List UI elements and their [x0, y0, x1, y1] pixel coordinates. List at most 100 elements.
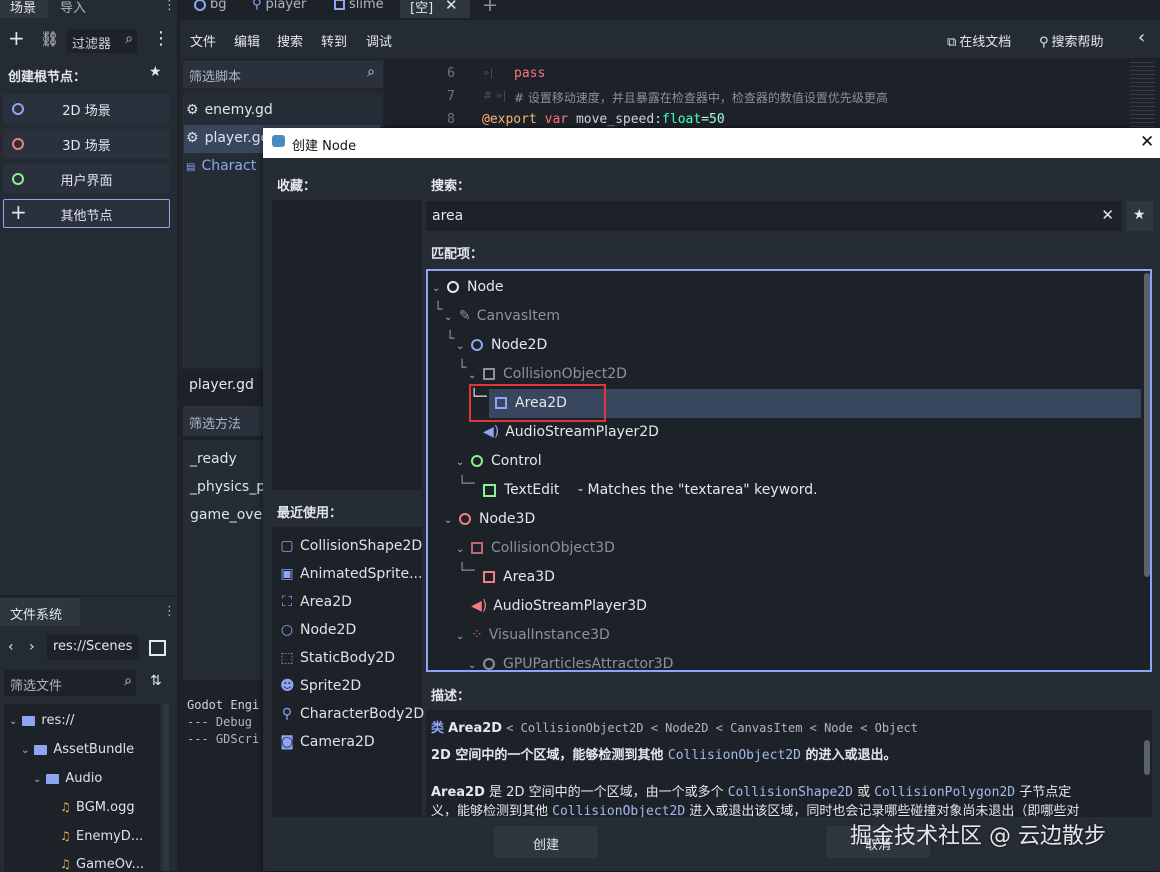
online-docs-link[interactable]: ⧉ 在线文档	[947, 31, 1011, 50]
other-node-label: 其他节点	[60, 209, 113, 224]
expand-chevron-icon[interactable]: ⌄	[456, 631, 464, 642]
code-minimap[interactable]	[1130, 62, 1155, 128]
expand-chevron-icon[interactable]: ⌄	[468, 370, 476, 381]
3d-scene-button[interactable]: 3D 场景	[3, 129, 170, 158]
favorites-list[interactable]	[272, 200, 422, 490]
tree-branch: └	[434, 302, 443, 318]
dialog-titlebar[interactable]	[263, 128, 1160, 158]
expand-chevron-icon[interactable]: ⌄	[444, 312, 452, 323]
scene-dock-menu-icon[interactable]: ⋮	[163, 0, 176, 13]
tab-player[interactable]: ⚲ player	[252, 0, 306, 15]
tree-item-visualinstance3d[interactable]: ⁘ VisualInstance3D	[471, 627, 610, 643]
recent-item-animatedsprite[interactable]: ▣ AnimatedSprite...	[280, 566, 422, 582]
expand-chevron-icon[interactable]: ⌄	[432, 283, 440, 294]
file-filter-input[interactable]: 筛选文件 ⌕	[4, 670, 136, 696]
scene-filter-input[interactable]: 过滤器 ⌕	[67, 29, 137, 53]
tree-item-node3d[interactable]: Node3D	[459, 511, 535, 527]
tree-item-collisionobject3d[interactable]: CollisionObject3D	[471, 540, 615, 556]
tab-slime[interactable]: slime	[334, 0, 384, 15]
fs-item-audio[interactable]: ⌄ Audio	[33, 771, 102, 786]
script-filter-input[interactable]: 筛选脚本 ⌕	[183, 61, 383, 88]
collision-shape-icon: ▢	[280, 538, 294, 554]
create-button[interactable]: 创建	[494, 826, 598, 858]
tree-item-area3d[interactable]: Area3D	[483, 569, 555, 585]
menu-edit[interactable]: 编辑	[234, 31, 260, 50]
folder-icon	[46, 773, 60, 784]
ui-scene-button[interactable]: 用户界面	[3, 164, 170, 193]
external-link-icon: ⧉	[947, 35, 957, 50]
line-number: 8	[447, 112, 455, 127]
menu-goto[interactable]: 转到	[321, 31, 347, 50]
output-line: --- GDScri	[187, 732, 260, 746]
method-item-game-over[interactable]: game_over	[190, 507, 268, 523]
static-body-icon: ⬚	[280, 650, 294, 666]
tab-indent-icon: # »|	[483, 89, 507, 102]
script-item-player[interactable]: ⚙ player.gd	[186, 130, 270, 146]
method-item-physics[interactable]: _physics_pr	[190, 479, 271, 495]
recent-item-area2d[interactable]: ⛶ Area2D	[280, 594, 352, 610]
script-item-enemy[interactable]: ⚙ enemy.gd	[186, 102, 273, 118]
node-search-input[interactable]: area ✕	[426, 201, 1122, 231]
recent-item-node2d[interactable]: ○ Node2D	[280, 622, 356, 638]
tree-item-node[interactable]: Node	[447, 279, 504, 295]
back-icon[interactable]: ‹	[8, 639, 14, 655]
favorite-star-icon[interactable]: ★	[149, 64, 162, 80]
recent-item-characterbody2d[interactable]: ⚲ CharacterBody2D	[280, 706, 424, 722]
tree-item-gpuparticlesattractor3d[interactable]: GPUParticlesAttractor3D	[483, 656, 673, 670]
tree-item-collisionobject2d[interactable]: CollisionObject2D	[483, 366, 627, 382]
expand-chevron-icon[interactable]: ⌄	[444, 515, 452, 526]
dialog-close-icon[interactable]: ✕	[1140, 132, 1154, 152]
menu-debug[interactable]: 调试	[366, 31, 392, 50]
scene-tab-label: 场景	[10, 1, 37, 16]
description-scrollbar[interactable]	[1144, 740, 1150, 775]
path-field[interactable]: res://Scenes	[47, 635, 139, 660]
fs-item-gameov[interactable]: ♫ GameOv...	[60, 857, 144, 872]
method-item-ready[interactable]: _ready	[190, 451, 237, 467]
menu-file[interactable]: 文件	[190, 31, 216, 50]
audio-file-icon: ♫	[60, 829, 71, 843]
tree-item-textedit[interactable]: TextEdit	[483, 482, 559, 498]
recent-item-collisionshape2d[interactable]: ▢ CollisionShape2D	[280, 538, 422, 554]
script-item-character[interactable]: ▤ Charact	[186, 158, 256, 174]
line-number: 7	[447, 89, 455, 104]
expand-chevron-icon[interactable]: ⌄	[456, 544, 464, 555]
menu-search[interactable]: 搜索	[277, 31, 303, 50]
file-tree-scrollbar[interactable]	[163, 704, 169, 871]
tree-branch: └─	[458, 563, 475, 579]
recent-item-camera2d[interactable]: ◙ Camera2D	[280, 734, 374, 750]
add-node-icon[interactable]: +	[8, 28, 25, 48]
clear-search-icon[interactable]: ✕	[1101, 206, 1114, 224]
import-tab[interactable]: 导入	[60, 0, 86, 16]
collapse-panel-icon[interactable]: ‹	[1138, 27, 1145, 48]
favorite-toggle-button[interactable]: ★	[1127, 201, 1153, 231]
fs-item-enemyd[interactable]: ♫ EnemyD...	[60, 829, 143, 844]
close-tab-icon[interactable]: ✕	[445, 0, 458, 14]
expand-chevron-icon[interactable]: ⌄	[456, 341, 464, 352]
tree-item-canvasitem[interactable]: ✎ CanvasItem	[459, 308, 560, 324]
tree-item-audiostreamplayer3d[interactable]: ◀) AudioStreamPlayer3D	[471, 598, 647, 614]
recent-item-staticbody2d[interactable]: ⬚ StaticBody2D	[280, 650, 395, 666]
filesystem-menu-icon[interactable]: ⋮	[163, 604, 176, 619]
fs-item-assetbundle[interactable]: ⌄ AssetBundle	[21, 742, 134, 757]
scene-more-icon[interactable]: ⋮	[152, 28, 170, 49]
fs-item-res[interactable]: ⌄ res://	[9, 713, 74, 728]
description-label: 描述：	[431, 689, 471, 704]
new-tab-icon[interactable]: +	[482, 0, 498, 16]
split-view-icon[interactable]	[149, 640, 166, 656]
recent-item-sprite2d[interactable]: ☻ Sprite2D	[280, 678, 361, 694]
tab-bg[interactable]: bg	[194, 0, 227, 15]
code-line-6: pass	[514, 66, 546, 81]
script-filter-placeholder: 筛选脚本	[189, 70, 242, 85]
tree-item-node2d[interactable]: Node2D	[471, 337, 547, 353]
search-help-link[interactable]: ⚲ 搜索帮助	[1039, 31, 1104, 50]
fs-item-bgm[interactable]: ♫ BGM.ogg	[60, 800, 135, 815]
forward-icon[interactable]: ›	[29, 639, 35, 655]
other-node-button[interactable]: + 其他节点	[3, 199, 170, 228]
tree-item-audiostreamplayer2d[interactable]: ◀) AudioStreamPlayer2D	[483, 424, 659, 440]
expand-chevron-icon[interactable]: ⌄	[456, 457, 464, 468]
sort-icon[interactable]: ⇅	[150, 673, 162, 689]
tree-item-control[interactable]: Control	[471, 453, 542, 469]
link-icon[interactable]: ⛓	[40, 30, 59, 48]
matches-scrollbar[interactable]	[1144, 273, 1150, 577]
2d-scene-button[interactable]: 2D 场景	[3, 94, 170, 123]
